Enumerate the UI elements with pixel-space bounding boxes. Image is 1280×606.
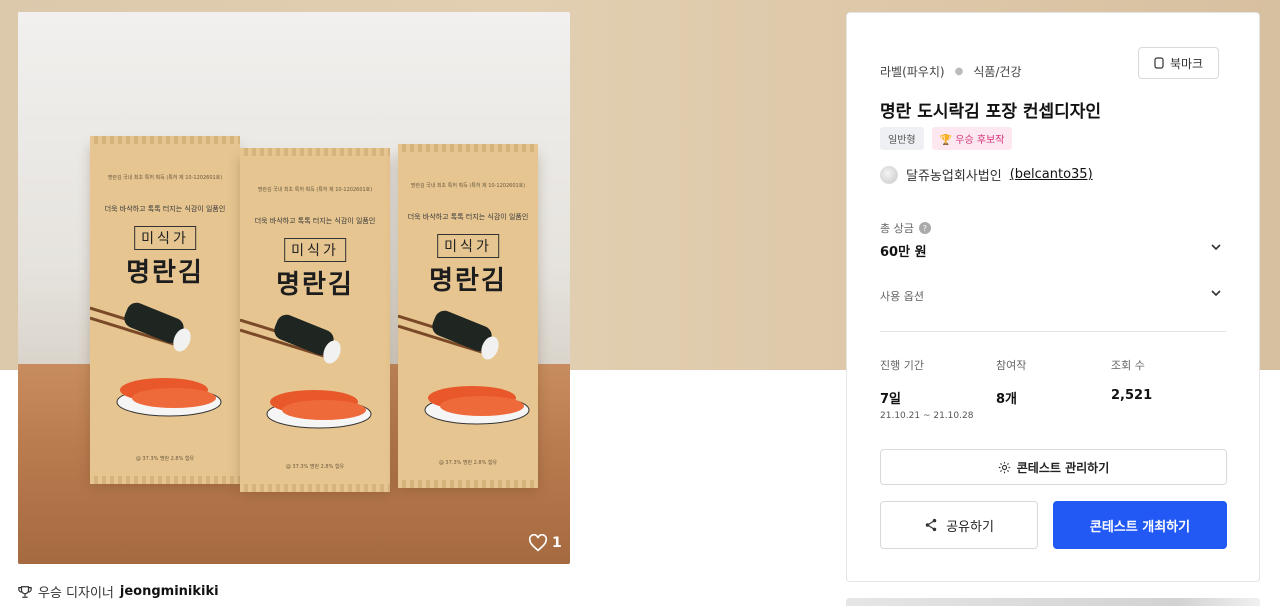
contest-info-panel: 라벨(파우치) ● 식품/건강 북마크 명란 도시락김 포장 컨셉디자인 일반형… xyxy=(846,12,1260,582)
heart-icon xyxy=(528,534,548,552)
host-contest-button[interactable]: 콘테스트 개최하기 xyxy=(1053,501,1227,549)
kimbap-chopsticks-illustration xyxy=(240,314,341,364)
package-center: 명란김 국내 최초 특허 획득 (특허 제 10-1202601호) 더욱 바삭… xyxy=(240,148,390,492)
manage-contest-button[interactable]: 콘테스트 관리하기 xyxy=(880,449,1227,485)
stat-views: 조회 수 2,521 xyxy=(1111,357,1152,403)
prize-value: 60만 원 xyxy=(880,245,927,260)
kimbap-chopsticks-illustration xyxy=(90,302,191,352)
package-brand: 미식가 xyxy=(284,238,346,262)
package-bottom-text: @ 37.3% 명란 2.8% 함유 xyxy=(135,456,195,462)
winner-name[interactable]: jeongminikiki xyxy=(120,584,219,599)
package-name: 명란김 xyxy=(126,258,204,288)
chevron-down-icon[interactable] xyxy=(1209,240,1223,254)
winner-designer: 우승 디자이너 jeongminikiki xyxy=(18,582,219,601)
candidate-badge: 🏆 우승 후보작 xyxy=(931,127,1013,150)
like-count: 1 xyxy=(552,535,562,551)
chevron-down-icon[interactable] xyxy=(1209,286,1223,300)
like-button[interactable]: 1 xyxy=(528,534,562,552)
manage-contest-label: 콘테스트 관리하기 xyxy=(1016,460,1110,475)
product-image[interactable]: 명란김 국내 최초 특허 획득 (특허 제 10-1202601호) 더욱 바삭… xyxy=(18,12,570,564)
contest-title: 명란 도시락김 포장 컨셉디자인 xyxy=(880,102,1102,122)
host-id-link[interactable]: (belcanto35) xyxy=(1010,167,1093,182)
kimbap-chopsticks-illustration xyxy=(398,310,499,360)
roe-plate-illustration xyxy=(116,378,222,417)
share-label: 공유하기 xyxy=(946,519,994,535)
package-tagline: 더욱 바삭하고 톡톡 터지는 식감이 일품인 xyxy=(104,205,226,213)
category-breadcrumb: 라벨(파우치) ● 식품/건강 xyxy=(880,63,1022,80)
package-name: 명란김 xyxy=(429,266,507,296)
package-fine-print: 명란김 국내 최초 특허 획득 (특허 제 10-1202601호) xyxy=(410,183,526,189)
package-bottom-text: @ 37.3% 명란 2.8% 함유 xyxy=(285,464,345,470)
prize-label: 총 상금 ? xyxy=(880,220,931,236)
package-brand: 미식가 xyxy=(437,234,499,258)
roe-plate-illustration xyxy=(266,390,372,429)
stat-label: 조회 수 xyxy=(1111,359,1145,372)
host-name: 달쥬농업회사법인 xyxy=(906,169,1002,184)
stat-duration: 진행 기간 7일 21.10.21 ~ 21.10.28 xyxy=(880,357,973,421)
stat-label: 참여작 xyxy=(996,359,1027,372)
host-info[interactable]: 달쥬농업회사법인 (belcanto35) xyxy=(880,165,1093,184)
winner-prefix: 우승 디자이너 xyxy=(38,586,114,601)
gear-icon xyxy=(998,461,1010,473)
stat-value: 8개 xyxy=(996,392,1018,407)
package-fine-print: 명란김 국내 최초 특허 획득 (특허 제 10-1202601호) xyxy=(107,175,223,181)
type-badge: 일반형 xyxy=(880,127,924,150)
breadcrumb-separator: ● xyxy=(954,66,964,77)
share-button[interactable]: 공유하기 xyxy=(880,501,1038,549)
next-card-preview xyxy=(846,598,1260,606)
stat-value: 7일 xyxy=(880,392,902,407)
roe-plate-illustration xyxy=(424,386,530,425)
prize-label-text: 총 상금 xyxy=(880,222,914,235)
stat-value: 2,521 xyxy=(1111,388,1153,403)
avatar xyxy=(880,165,898,184)
bookmark-button[interactable]: 북마크 xyxy=(1138,47,1219,79)
stat-label: 진행 기간 xyxy=(880,359,924,372)
stat-entries: 참여작 8개 xyxy=(996,357,1026,407)
stat-sub: 21.10.21 ~ 21.10.28 xyxy=(880,411,974,421)
question-icon[interactable]: ? xyxy=(918,222,931,234)
divider xyxy=(880,331,1226,332)
package-bottom-text: @ 37.3% 명란 2.8% 함유 xyxy=(438,460,498,466)
package-brand: 미식가 xyxy=(134,226,196,250)
usage-option-label[interactable]: 사용 옵션 xyxy=(880,288,924,304)
package-fine-print: 명란김 국내 최초 특허 획득 (특허 제 10-1202601호) xyxy=(257,187,373,193)
badge-group: 일반형 🏆 우승 후보작 xyxy=(880,127,1013,150)
package-right: 명란김 국내 최초 특허 획득 (특허 제 10-1202601호) 더욱 바삭… xyxy=(398,144,538,488)
bookmark-icon xyxy=(1154,57,1164,69)
candidate-badge-label: 우승 후보작 xyxy=(955,135,1005,146)
package-left: 명란김 국내 최초 특허 획득 (특허 제 10-1202601호) 더욱 바삭… xyxy=(90,136,240,484)
bookmark-label: 북마크 xyxy=(1169,56,1204,71)
package-name: 명란김 xyxy=(276,270,354,300)
package-tagline: 더욱 바삭하고 톡톡 터지는 식감이 일품인 xyxy=(254,217,376,225)
category-main[interactable]: 라벨(파우치) xyxy=(880,63,945,80)
category-sub[interactable]: 식품/건강 xyxy=(973,63,1021,80)
share-icon xyxy=(925,518,937,532)
package-tagline: 더욱 바삭하고 톡톡 터지는 식감이 일품인 xyxy=(407,213,529,221)
trophy-icon xyxy=(18,585,32,598)
